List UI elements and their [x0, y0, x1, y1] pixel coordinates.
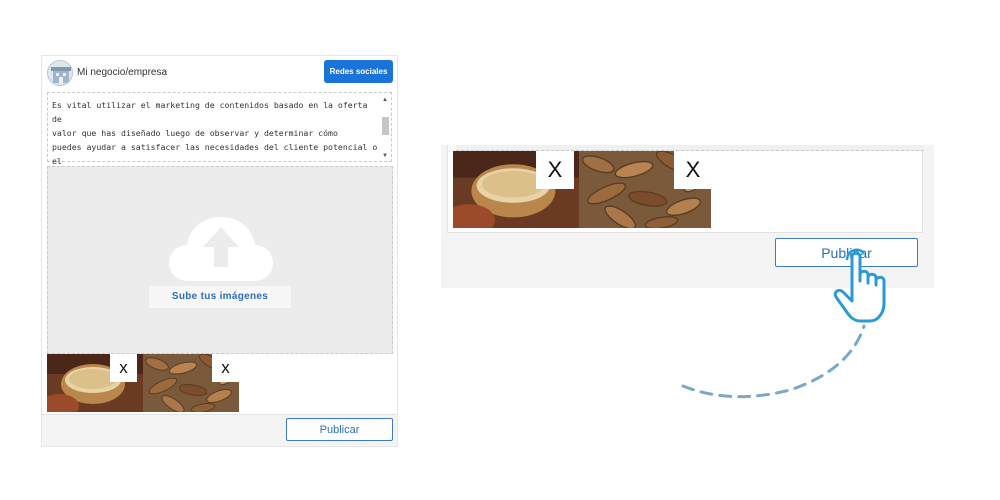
business-name: Mi negocio/empresa — [77, 67, 168, 78]
post-textarea[interactable]: Es vital utilizar el marketing de conten… — [47, 92, 392, 180]
composer-card: Mi negocio/empresa Redes sociales Es vit… — [42, 56, 397, 415]
textarea-scrollbar[interactable]: ▲ ▼ — [381, 95, 390, 159]
image-dropzone[interactable]: Sube tus imágenes — [47, 166, 393, 354]
remove-image-button[interactable]: x — [212, 354, 239, 382]
remove-image-button[interactable]: X — [536, 151, 574, 189]
scroll-up-arrow-icon[interactable]: ▲ — [382, 97, 388, 103]
scroll-down-arrow-icon[interactable]: ▼ — [382, 153, 388, 159]
zoomed-card: X X — [447, 145, 924, 233]
social-networks-button[interactable]: Redes sociales — [324, 60, 393, 83]
avatar-icon — [47, 60, 73, 86]
remove-image-button[interactable]: X — [674, 151, 712, 189]
publish-button[interactable]: Publicar — [286, 418, 393, 441]
cloud-upload-icon — [169, 217, 273, 281]
upload-images-label[interactable]: Sube tus imágenes — [149, 286, 291, 308]
scroll-thumb[interactable] — [382, 117, 389, 135]
pointer-hand-icon — [833, 248, 886, 323]
remove-image-button[interactable]: x — [110, 354, 137, 382]
post-composer: Mi negocio/empresa Redes sociales Es vit… — [41, 55, 398, 447]
